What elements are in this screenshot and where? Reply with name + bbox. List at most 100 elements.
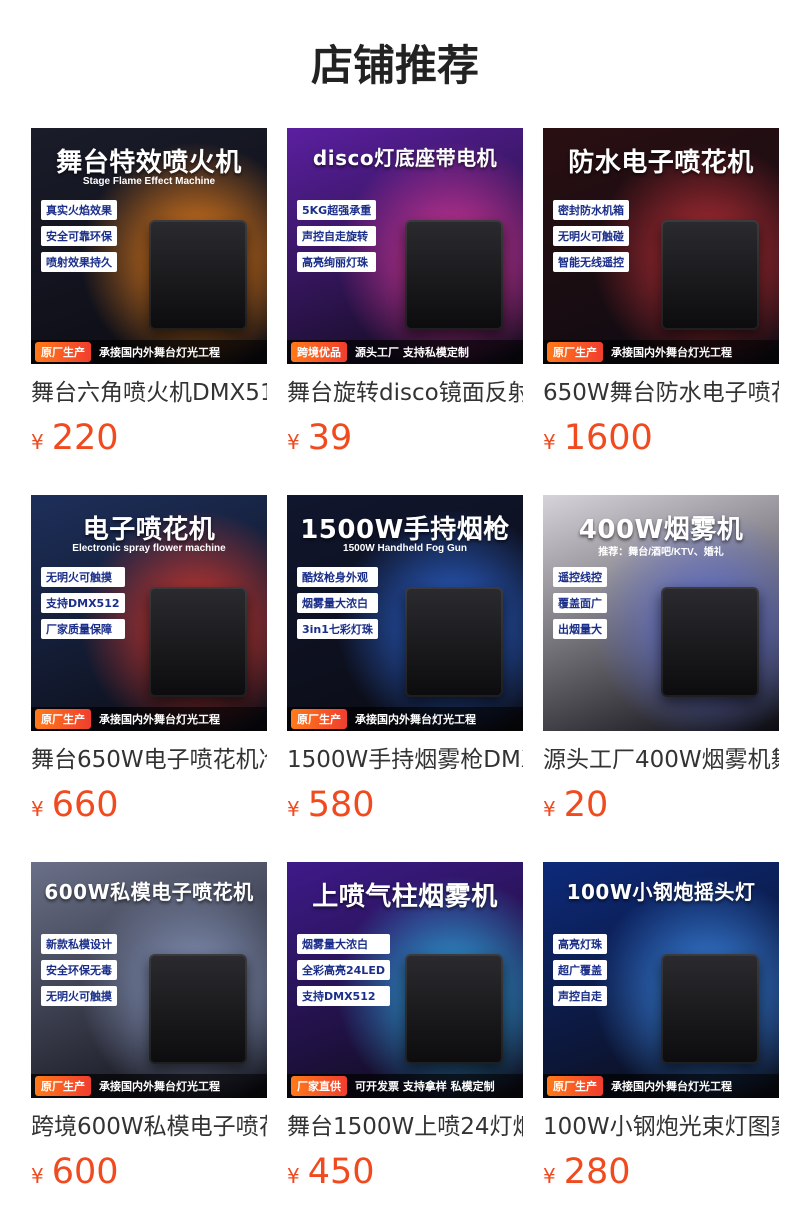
product-name[interactable]: 100W小钢炮光束灯图案 xyxy=(543,1112,779,1142)
currency-symbol: ¥ xyxy=(543,797,556,821)
store-recommendations-page: 店铺推荐 舞台特效喷火机 Stage Flame Effect Machine 真实… xyxy=(0,0,790,1230)
price-value: 600 xyxy=(51,1152,119,1192)
product-card[interactable]: 1500W手持烟枪 1500W Handheld Fog Gun 酷炫枪身外观 烟雾量… xyxy=(287,495,523,862)
image-feature: 3in1七彩灯珠 xyxy=(297,619,378,639)
image-feature: 遥控线控 xyxy=(553,567,607,587)
product-image[interactable]: 400W烟雾机推荐：舞台/酒吧/KTV、婚礼遥控线控覆盖面广出烟量大 xyxy=(543,495,779,731)
image-headline: 400W烟雾机 xyxy=(578,515,744,545)
image-feature: 全彩高亮24LED xyxy=(297,960,390,980)
image-feature-list: 新款私模设计 安全环保无毒 无明火可触摸 xyxy=(41,934,117,1006)
product-price: ¥580 xyxy=(287,785,523,825)
image-feature: 声控自走旋转 xyxy=(297,226,377,246)
product-image[interactable]: 舞台特效喷火机 Stage Flame Effect Machine 真实火焰效果安… xyxy=(31,128,267,364)
product-card[interactable]: 防水电子喷花机密封防水机箱 无明火可触碰 智能无线遥控原厂生产 承接国内外舞台灯光工程… xyxy=(543,128,779,495)
image-badge: 原厂生产 xyxy=(547,342,603,362)
image-subtitle: Stage Flame Effect Machine xyxy=(82,176,216,187)
image-feature: 安全可靠环保 xyxy=(41,226,117,246)
image-bottom-banner: 原厂生产 承接国内外舞台灯光工程 xyxy=(31,1074,267,1098)
product-price: ¥660 xyxy=(31,785,267,825)
image-bottom-banner: 原厂生产 承接国内外舞台灯光工程 xyxy=(31,340,267,364)
image-feature: 超广覆盖 xyxy=(553,960,607,980)
product-name[interactable]: 舞台1500W上喷24灯烟雾机 xyxy=(287,1112,523,1142)
currency-symbol: ¥ xyxy=(31,430,44,454)
image-feature: 安全环保无毒 xyxy=(41,960,117,980)
image-feature: 声控自走 xyxy=(553,986,607,1006)
product-price: ¥600 xyxy=(31,1152,267,1192)
product-image[interactable]: 1500W手持烟枪 1500W Handheld Fog Gun 酷炫枪身外观 烟雾量… xyxy=(287,495,523,731)
product-card[interactable]: disco灯底座带电机 5KG超强承重 声控自走旋转 高亮绚丽灯珠跨境优品 源头工厂 支… xyxy=(287,128,523,495)
price-value: 1600 xyxy=(563,418,653,458)
currency-symbol: ¥ xyxy=(31,797,44,821)
product-name[interactable]: 650W舞台防水电子喷花机 xyxy=(543,378,779,408)
image-feature: 厂家质量保障 xyxy=(41,619,125,639)
product-name[interactable]: 舞台650W电子喷花机冷焰火 xyxy=(31,745,267,775)
product-price: ¥20 xyxy=(543,785,779,825)
currency-symbol: ¥ xyxy=(287,430,300,454)
currency-symbol: ¥ xyxy=(31,1164,44,1188)
image-feature-list: 烟雾量大浓白 全彩高亮24LED 支持DMX512 xyxy=(297,934,390,1006)
product-name[interactable]: 源头工厂400W烟雾机舞台 xyxy=(543,745,779,775)
image-headline: disco灯底座带电机 xyxy=(312,146,498,170)
product-name[interactable]: 舞台六角喷火机DMX512 xyxy=(31,378,267,408)
price-value: 220 xyxy=(51,418,119,458)
image-bottom-banner: 原厂生产 承接国内外舞台灯光工程 xyxy=(543,1074,779,1098)
product-price: ¥1600 xyxy=(543,418,779,458)
product-card[interactable]: 100W小钢炮摇头灯 高亮灯珠 超广覆盖 声控自走 原厂生产 承接国内外舞台灯光工程 100… xyxy=(543,862,779,1229)
product-name[interactable]: 舞台旋转disco镜面反射球 xyxy=(287,378,523,408)
image-tagline: 源头工厂 支持私模定制 xyxy=(355,346,469,359)
image-feature-list: 无明火可触摸 支持DMX512 厂家质量保障 xyxy=(41,567,125,639)
product-image[interactable]: 上喷气柱烟雾机 烟雾量大浓白 全彩高亮24LED 支持DMX512 厂家直供 可开发票 支… xyxy=(287,862,523,1098)
image-headline: 600W私模电子喷花机 xyxy=(44,880,254,904)
image-feature: 真实火焰效果 xyxy=(41,200,117,220)
product-price: ¥280 xyxy=(543,1152,779,1192)
product-image[interactable]: 电子喷花机 Electronic spray flower machine 无明火可… xyxy=(31,495,267,731)
product-image[interactable]: disco灯底座带电机 5KG超强承重 声控自走旋转 高亮绚丽灯珠跨境优品 源头工厂 支… xyxy=(287,128,523,364)
currency-symbol: ¥ xyxy=(543,430,556,454)
image-subtitle: 1500W Handheld Fog Gun xyxy=(343,543,467,554)
product-card[interactable]: 电子喷花机 Electronic spray flower machine 无明火可… xyxy=(31,495,267,862)
image-feature: 智能无线遥控 xyxy=(553,252,629,272)
product-image[interactable]: 100W小钢炮摇头灯 高亮灯珠 超广覆盖 声控自走 原厂生产 承接国内外舞台灯光工程 xyxy=(543,862,779,1098)
product-name[interactable]: 1500W手持烟雾枪DMX xyxy=(287,745,523,775)
image-headline: 防水电子喷花机 xyxy=(568,148,754,178)
image-feature: 高亮绚丽灯珠 xyxy=(297,252,377,272)
price-value: 280 xyxy=(563,1152,631,1192)
image-feature-list: 遥控线控覆盖面广出烟量大 xyxy=(553,567,607,639)
product-device-illustration xyxy=(661,954,759,1064)
image-feature-list: 密封防水机箱 无明火可触碰 智能无线遥控 xyxy=(553,200,629,272)
image-tagline: 承接国内外舞台灯光工程 xyxy=(99,346,220,359)
image-badge: 原厂生产 xyxy=(291,709,347,729)
image-tagline: 承接国内外舞台灯光工程 xyxy=(611,346,732,359)
image-badge: 原厂生产 xyxy=(547,1076,603,1096)
image-feature: 出烟量大 xyxy=(553,619,607,639)
image-feature-list: 酷炫枪身外观 烟雾量大浓白 3in1七彩灯珠 xyxy=(297,567,378,639)
image-headline: 电子喷花机 xyxy=(82,515,216,545)
image-feature: 5KG超强承重 xyxy=(297,200,377,220)
price-value: 660 xyxy=(51,785,119,825)
image-badge: 厂家直供 xyxy=(291,1076,347,1096)
image-badge: 原厂生产 xyxy=(35,1076,91,1096)
product-device-illustration xyxy=(661,587,759,697)
image-subtitle: 推荐：舞台/酒吧/KTV、婚礼 xyxy=(598,547,724,558)
product-price: ¥220 xyxy=(31,418,267,458)
image-feature: 支持DMX512 xyxy=(41,593,125,613)
image-feature: 无明火可触摸 xyxy=(41,986,117,1006)
product-card[interactable]: 上喷气柱烟雾机 烟雾量大浓白 全彩高亮24LED 支持DMX512 厂家直供 可开发票 支… xyxy=(287,862,523,1229)
product-card[interactable]: 600W私模电子喷花机新款私模设计 安全环保无毒 无明火可触摸原厂生产 承接国内外舞台… xyxy=(31,862,267,1229)
product-card[interactable]: 舞台特效喷火机 Stage Flame Effect Machine 真实火焰效果安… xyxy=(31,128,267,495)
product-name[interactable]: 跨境600W私模电子喷花机 xyxy=(31,1112,267,1142)
image-feature: 无明火可触摸 xyxy=(41,567,125,587)
image-headline: 1500W手持烟枪 xyxy=(300,515,510,545)
currency-symbol: ¥ xyxy=(287,797,300,821)
product-device-illustration xyxy=(149,587,247,697)
product-image[interactable]: 防水电子喷花机密封防水机箱 无明火可触碰 智能无线遥控原厂生产 承接国内外舞台灯光工程 xyxy=(543,128,779,364)
product-device-illustration xyxy=(661,220,759,330)
image-feature: 覆盖面广 xyxy=(553,593,607,613)
image-feature: 酷炫枪身外观 xyxy=(297,567,378,587)
price-value: 20 xyxy=(563,785,609,825)
product-image[interactable]: 600W私模电子喷花机新款私模设计 安全环保无毒 无明火可触摸原厂生产 承接国内外舞台… xyxy=(31,862,267,1098)
image-badge: 跨境优品 xyxy=(291,342,347,362)
product-card[interactable]: 400W烟雾机推荐：舞台/酒吧/KTV、婚礼遥控线控覆盖面广出烟量大源头工厂40… xyxy=(543,495,779,862)
image-feature: 密封防水机箱 xyxy=(553,200,629,220)
image-subtitle: Electronic spray flower machine xyxy=(72,543,226,554)
